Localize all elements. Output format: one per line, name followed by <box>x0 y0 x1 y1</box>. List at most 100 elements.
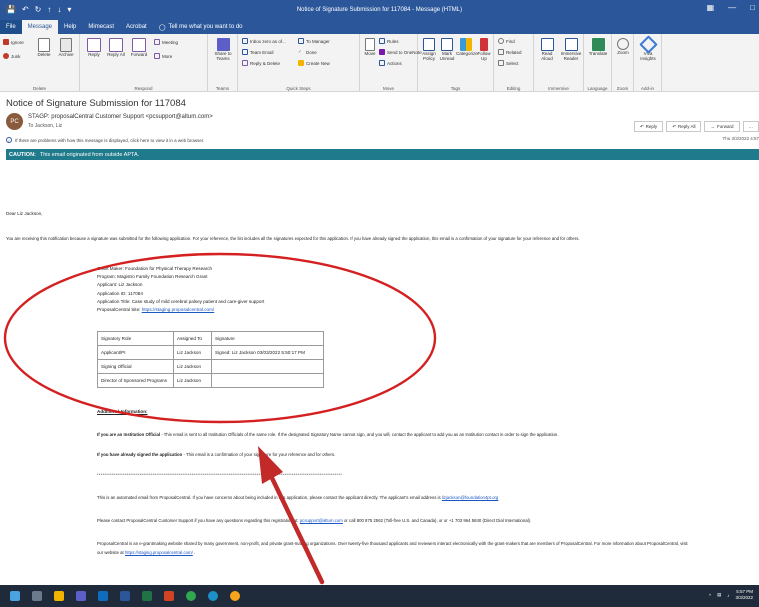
tab-mimecast[interactable]: Mimecast <box>82 20 120 34</box>
chrome-taskbar-icon[interactable] <box>186 591 196 601</box>
windows-start-icon[interactable] <box>10 591 20 601</box>
down-arrow-icon[interactable]: ↓ <box>57 6 61 14</box>
share-to-teams-button[interactable]: Share to Teams <box>211 38 235 62</box>
meeting-button[interactable]: Meeting <box>154 39 178 45</box>
website-prefix: our website at <box>97 550 125 555</box>
reply-all-action-button[interactable]: ↶ Reply All <box>666 121 702 132</box>
table-row: Applicant/PI Liz Jackson Signed: Liz Jac… <box>97 345 324 360</box>
to-manager-step[interactable]: To Manager <box>298 38 330 44</box>
network-icon[interactable]: ▤ <box>717 592 721 598</box>
info-bar[interactable]: i If there are problems with how this me… <box>6 137 204 143</box>
tab-acrobat[interactable]: Acrobat <box>120 20 153 34</box>
zoom-button[interactable]: Zoom <box>614 38 632 56</box>
website-link[interactable]: https://staging.proposalcentral.com/ <box>125 550 193 555</box>
powerpoint-taskbar-icon[interactable] <box>164 591 174 601</box>
table-row: Signing Official Liz Jackson <box>97 359 324 374</box>
outlook-taskbar-icon[interactable] <box>98 591 108 601</box>
site-link[interactable]: https://staging.proposalcentral.com/ <box>142 307 215 312</box>
mark-unread-button[interactable]: Mark Unread <box>438 38 456 62</box>
tab-help[interactable]: Help <box>58 20 82 34</box>
tray-chevron-icon[interactable]: ^ <box>709 593 711 598</box>
minimize-icon[interactable]: — <box>728 3 736 12</box>
editing-group: Find Related Select Editing <box>494 34 534 92</box>
rules-button[interactable]: Rules <box>379 38 399 44</box>
message-actions: ↶ Reply ↶ Reply All → Forward … <box>633 121 759 132</box>
editing-group-label: Editing <box>506 86 521 91</box>
redo-icon[interactable]: ↻ <box>35 6 42 14</box>
respond-group-label: Respond <box>134 86 153 91</box>
junk-button[interactable]: Junk <box>3 53 21 59</box>
team-email-step[interactable]: Team Email <box>242 49 274 55</box>
immersive-reader-button[interactable]: Immersive Reader <box>559 38 583 62</box>
related-button[interactable]: Related <box>498 49 522 55</box>
tab-file[interactable]: File <box>0 20 22 34</box>
sender-avatar[interactable]: PC <box>6 113 23 130</box>
tab-message[interactable]: Message <box>21 20 59 34</box>
save-icon[interactable]: 💾 <box>6 6 16 14</box>
forward-button[interactable]: Forward <box>128 38 150 58</box>
translate-button[interactable]: Translate <box>586 38 610 57</box>
find-button[interactable]: Find <box>498 38 515 44</box>
checkmark-icon: ✓ <box>298 49 302 54</box>
flag-icon <box>480 38 488 51</box>
inbox-zero-step[interactable]: Inbox zero as of... <box>242 38 286 44</box>
forward-action-button[interactable]: → Forward <box>704 121 740 132</box>
delete-group-label: Delete <box>32 86 46 91</box>
select-button[interactable]: Select <box>498 60 519 66</box>
app-taskbar-icon[interactable] <box>230 591 240 601</box>
clock-date: 3/3/2022 <box>735 595 753 600</box>
trash-icon <box>38 38 50 52</box>
delete-button[interactable]: Delete <box>34 38 54 58</box>
volume-icon[interactable]: ♪ <box>727 593 729 598</box>
actions-button[interactable]: Actions <box>379 60 402 66</box>
immersive-group-label: Immersive <box>548 86 569 91</box>
magnifier-icon <box>617 38 629 50</box>
ribbon-display-icon[interactable]: ▦ <box>707 3 715 12</box>
caution-text: This email originated from outside APTA. <box>39 151 140 158</box>
follow-up-button[interactable]: Follow Up <box>476 38 492 62</box>
ignore-button[interactable]: Ignore <box>3 39 24 45</box>
viva-insights-button[interactable]: Viva Insights <box>636 35 660 62</box>
tell-me-box[interactable]: ◯ Tell me what you want to do <box>153 24 243 31</box>
reply-button[interactable]: Reply <box>84 38 104 58</box>
sender-line[interactable]: STAGP: proposalCentral Customer Support … <box>28 114 213 120</box>
reply-arrow-icon: ↶ <box>639 123 644 129</box>
restore-icon[interactable]: □ <box>750 3 755 12</box>
teams-icon <box>216 38 230 51</box>
excel-taskbar-icon[interactable] <box>142 591 152 601</box>
info-bar-text: If there are problems with how this mess… <box>15 137 205 143</box>
more-respond-button[interactable]: More <box>154 53 172 59</box>
file-explorer-icon[interactable] <box>54 591 64 601</box>
move-group: Move Rules Send to OneNote Actions Move <box>360 34 422 92</box>
undo-icon[interactable]: ↶ <box>22 6 29 14</box>
reply-delete-step[interactable]: Reply & Delete <box>242 60 280 66</box>
read-aloud-button[interactable]: Read Aloud <box>536 38 558 62</box>
assign-policy-button[interactable]: Assign Policy <box>420 38 438 62</box>
reply-action-button[interactable]: ↶ Reply <box>633 121 664 132</box>
reply-all-icon <box>109 38 123 52</box>
taskbar-clock[interactable]: 5:57 PM 3/3/2022 <box>735 589 753 601</box>
applicant-email-link[interactable]: lizjackson@foundation4pt.org <box>442 495 498 500</box>
table-cell <box>211 373 324 388</box>
edge-taskbar-icon[interactable] <box>208 591 218 601</box>
support-email-link[interactable]: pcsupport@altum.com <box>300 518 343 523</box>
customize-icon[interactable]: ▾ <box>67 6 71 14</box>
move-button[interactable]: Move <box>363 38 377 57</box>
send-to-onenote-button[interactable]: Send to OneNote <box>379 49 422 55</box>
task-view-icon[interactable] <box>32 591 42 601</box>
caution-label: CAUTION: <box>9 151 36 158</box>
up-arrow-icon[interactable]: ↑ <box>47 6 51 14</box>
more-actions-button[interactable]: … <box>742 121 759 132</box>
windows-taskbar: ^ ▤ ♪ 5:57 PM 3/3/2022 <box>0 585 759 607</box>
quick-steps-group: Inbox zero as of... Team Email Reply & D… <box>238 34 360 92</box>
create-new-step[interactable]: Create New <box>298 60 330 66</box>
word-taskbar-icon[interactable] <box>120 591 130 601</box>
categorize-button[interactable]: Categorize <box>456 38 478 57</box>
done-step[interactable]: ✓ Done <box>298 49 317 55</box>
about-paragraph: ProposalCentral is an e-grantmaking webs… <box>97 541 688 546</box>
team-email-icon <box>242 49 248 55</box>
reply-all-button[interactable]: Reply All <box>106 38 126 58</box>
teams-taskbar-icon[interactable] <box>76 591 86 601</box>
table-cell: Director of Sponsored Programs <box>97 373 174 388</box>
archive-button[interactable]: Archive <box>55 38 77 58</box>
